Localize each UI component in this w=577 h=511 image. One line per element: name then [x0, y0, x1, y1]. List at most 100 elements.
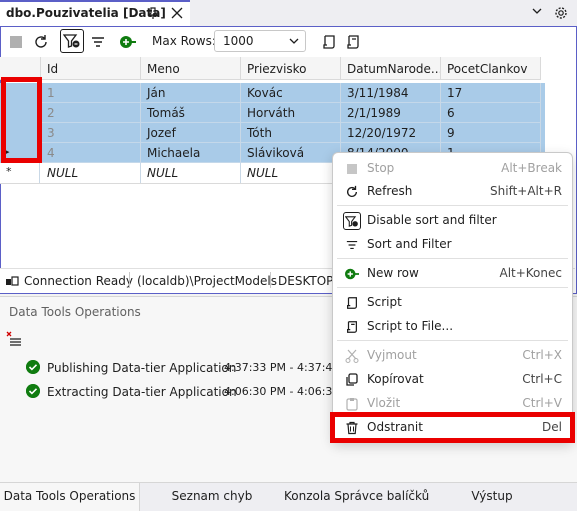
menu-item-shortcut: Ctrl+X — [522, 348, 562, 362]
menu-item-sort-filter[interactable]: Sort and Filter — [337, 233, 568, 256]
new-row-icon — [120, 36, 136, 48]
script-file-icon — [343, 318, 361, 336]
filter-off-icon — [343, 212, 361, 230]
menu-item-shortcut: Alt+Konec — [499, 266, 562, 280]
table-cell[interactable]: NULL — [141, 163, 241, 183]
table-cell[interactable]: 3 — [41, 123, 141, 143]
tab-vystup[interactable]: Výstup — [422, 483, 562, 511]
menu-item-label: Kopírovat — [367, 372, 424, 386]
menu-item-shortcut: Alt+Break — [501, 161, 562, 175]
menu-separator — [337, 258, 568, 259]
menu-item-label: Vložit — [367, 396, 401, 410]
table-cell[interactable]: Ján — [141, 83, 241, 103]
max-rows-value: 1000 — [223, 34, 254, 48]
column-header-datum[interactable]: DatumNarode... — [341, 57, 441, 80]
tab-konzola-spravce[interactable]: Konzola Správce balíčků — [284, 483, 429, 511]
tab-overflow-icon[interactable] — [530, 4, 544, 18]
table-cell[interactable]: 6 — [441, 103, 541, 123]
table-cell[interactable]: Tomáš — [141, 103, 241, 123]
table-cell[interactable]: 9 — [441, 123, 541, 143]
table-cell[interactable]: Kovác — [241, 83, 341, 103]
disable-sort-filter-button[interactable] — [60, 29, 84, 53]
row-header[interactable]: * — [0, 163, 40, 183]
menu-item-shortcut: Ctrl+C — [522, 372, 562, 386]
menu-item-label: Disable sort and filter — [367, 213, 497, 227]
table-cell[interactable]: Tóth — [241, 123, 341, 143]
script-to-file-button[interactable] — [342, 31, 364, 53]
paste-icon — [343, 395, 361, 413]
menu-item-label: Refresh — [367, 184, 413, 198]
max-rows-select[interactable]: 1000 — [214, 30, 306, 52]
machine-name: DESKTOP- — [278, 274, 338, 288]
menu-item-script-to-file[interactable]: Script to File... — [337, 315, 568, 338]
row-header-highlight — [1, 77, 42, 163]
success-icon — [26, 384, 40, 398]
refresh-button[interactable] — [30, 31, 52, 53]
sort-filter-button[interactable] — [87, 31, 109, 53]
stop-icon — [10, 36, 22, 48]
status-separator — [270, 272, 271, 288]
table-cell[interactable]: 12/20/1972 — [341, 123, 441, 143]
refresh-icon — [35, 35, 47, 48]
delete-item-highlight — [330, 412, 575, 443]
table-cell[interactable]: Michaela — [141, 143, 241, 163]
menu-item-label: Sort and Filter — [367, 237, 452, 251]
stop-button[interactable] — [5, 31, 27, 53]
menu-separator — [337, 205, 568, 206]
table-cell[interactable]: 17 — [441, 83, 541, 103]
table-row[interactable]: 2 Tomáš Horváth 2/1/1989 6 — [0, 103, 545, 123]
clear-list-icon[interactable] — [6, 331, 22, 347]
connection-status: Connection Ready — [24, 274, 133, 288]
table-cell[interactable]: Horváth — [241, 103, 341, 123]
menu-item-disable-sort-filter[interactable]: Disable sort and filter — [337, 209, 568, 232]
copy-icon — [343, 371, 361, 389]
table-cell[interactable]: 1 — [41, 83, 141, 103]
menu-separator — [337, 287, 568, 288]
table-cell[interactable]: 4 — [41, 143, 141, 163]
operation-time: 4:37:33 PM - 4:37:43 — [224, 361, 340, 374]
refresh-icon — [343, 183, 361, 201]
document-tab[interactable]: dbo.Pouzivatelia [Data] — [0, 0, 190, 26]
column-header-meno[interactable]: Meno — [141, 57, 241, 80]
table-cell[interactable]: Jozef — [141, 123, 241, 143]
menu-item-copy[interactable]: Kopírovat Ctrl+C — [337, 368, 568, 391]
stop-icon — [343, 160, 361, 178]
table-row[interactable]: 3 Jozef Tóth 12/20/1972 9 — [0, 123, 545, 143]
new-row-button[interactable] — [117, 31, 139, 53]
chevron-down-icon — [289, 38, 299, 44]
menu-item-stop[interactable]: Stop Alt+Break — [337, 157, 568, 180]
menu-item-cut[interactable]: Vyjmout Ctrl+X — [337, 344, 568, 367]
menu-item-refresh[interactable]: Refresh Shift+Alt+R — [337, 180, 568, 203]
gear-icon[interactable] — [554, 6, 568, 20]
table-cell[interactable]: 2 — [41, 103, 141, 123]
column-header-pocet[interactable]: PocetClankov — [441, 57, 541, 80]
pin-icon[interactable] — [146, 6, 160, 20]
menu-item-label: Stop — [367, 161, 395, 175]
filter-off-icon — [63, 34, 80, 48]
script-button[interactable] — [318, 31, 340, 53]
connection-icon — [6, 276, 19, 286]
operation-name: Extracting Data-tier Application — [47, 385, 237, 399]
menu-item-label: Vyjmout — [367, 348, 417, 362]
table-cell[interactable]: NULL — [41, 163, 141, 183]
sort-filter-icon — [92, 37, 104, 47]
menu-item-label: Script — [367, 295, 402, 309]
document-tab-title: dbo.Pouzivatelia [Data] — [6, 6, 166, 20]
context-menu: Stop Alt+Break Refresh Shift+Alt+R Disab… — [332, 152, 573, 442]
operation-name: Publishing Data-tier Application — [47, 361, 237, 375]
menu-item-new-row[interactable]: New row Alt+Konec — [337, 262, 568, 285]
column-header-priezvisko[interactable]: Priezvisko — [241, 57, 341, 80]
sort-filter-icon — [343, 236, 361, 254]
column-header-id[interactable]: Id — [41, 57, 141, 80]
table-cell[interactable]: 2/1/1989 — [341, 103, 441, 123]
tab-seznam-chyb[interactable]: Seznam chyb — [140, 483, 284, 511]
menu-item-script[interactable]: Script — [337, 291, 568, 314]
script-icon — [323, 35, 335, 49]
table-cell[interactable]: NULL — [241, 163, 341, 183]
close-icon[interactable] — [170, 6, 184, 20]
table-cell[interactable]: Sláviková — [241, 143, 341, 163]
server-name: (localdb)\ProjectModels — [137, 274, 277, 288]
table-cell[interactable]: 3/11/1984 — [341, 83, 441, 103]
tab-data-tools-operations[interactable]: Data Tools Operations — [0, 483, 140, 511]
table-row[interactable]: 1 Ján Kovác 3/11/1984 17 — [0, 83, 545, 103]
